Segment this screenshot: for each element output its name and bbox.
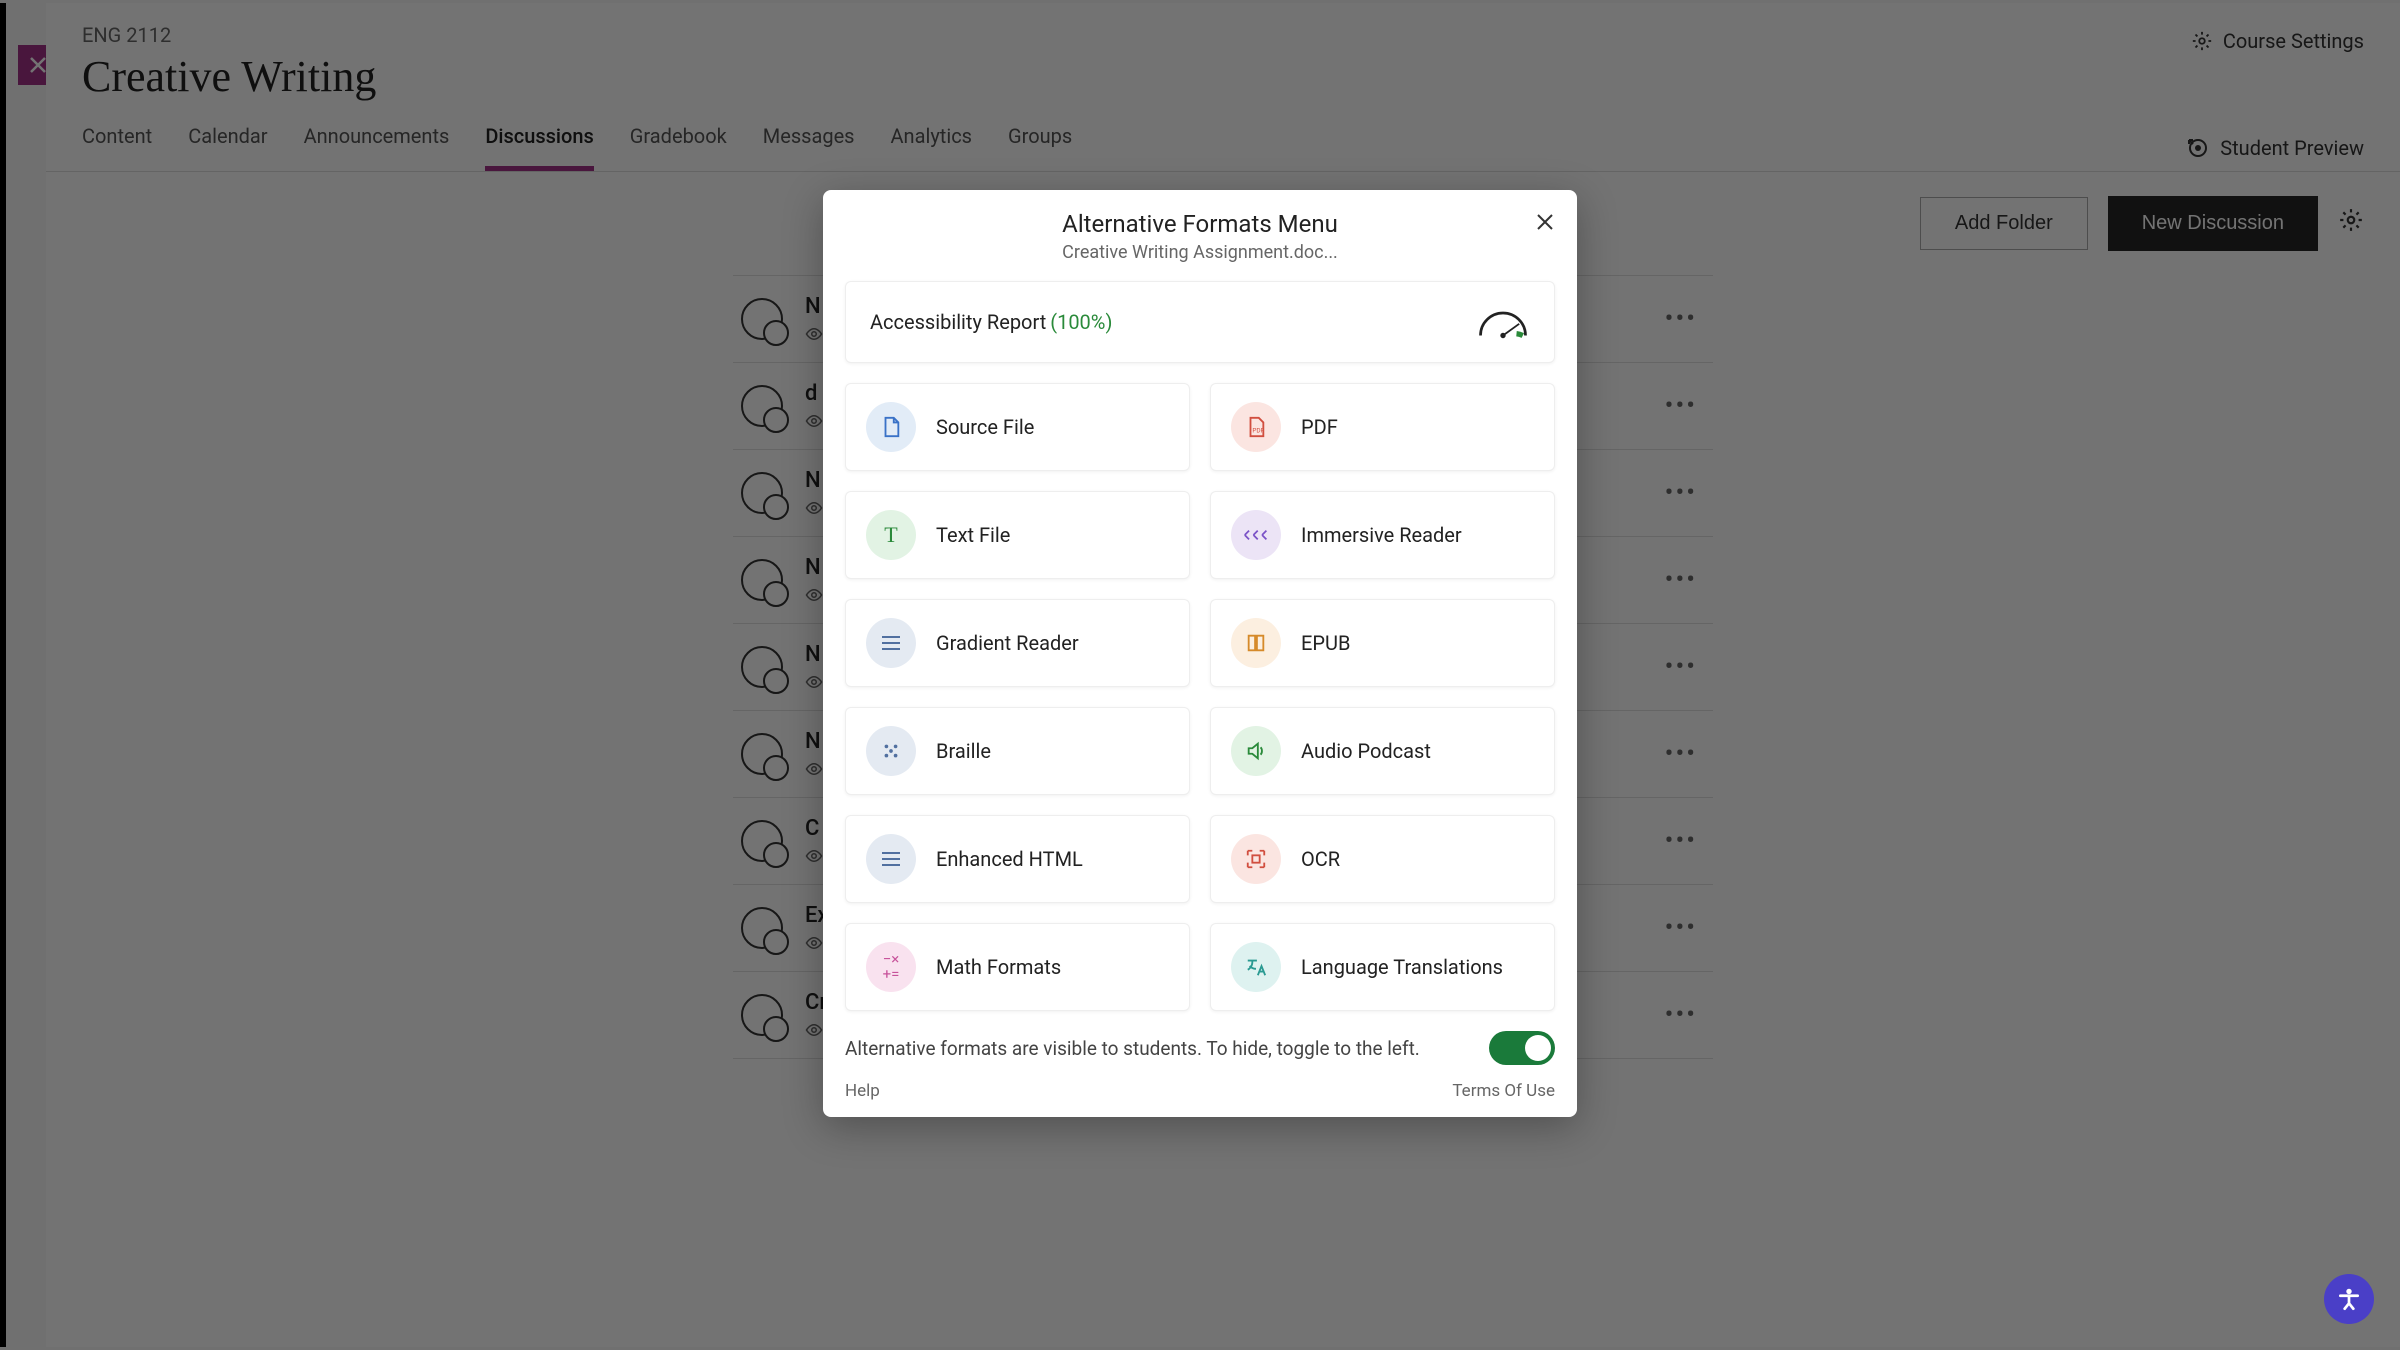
modal-overlay[interactable]: Alternative Formats Menu Creative Writin… [0, 0, 2400, 1350]
dots-icon [866, 726, 916, 776]
format-label: Math Formats [936, 955, 1061, 979]
format-pdf[interactable]: PDF PDF [1210, 383, 1555, 471]
format-label: EPUB [1301, 631, 1350, 655]
file-icon [866, 402, 916, 452]
format-language-translations[interactable]: Language Translations [1210, 923, 1555, 1011]
toggle-text: Alternative formats are visible to stude… [845, 1037, 1420, 1060]
book-icon [1231, 618, 1281, 668]
formats-grid: Source File PDF PDF T Text File Immersiv… [845, 383, 1555, 1011]
format-math-formats[interactable]: −×+= Math Formats [845, 923, 1190, 1011]
format-label: Text File [936, 523, 1010, 547]
format-immersive-reader[interactable]: Immersive Reader [1210, 491, 1555, 579]
format-epub[interactable]: EPUB [1210, 599, 1555, 687]
accessibility-icon [2336, 1286, 2362, 1312]
arrows-icon [1231, 510, 1281, 560]
accessibility-report-card[interactable]: Accessibility Report (100%) [845, 281, 1555, 363]
terms-link[interactable]: Terms Of Use [1452, 1081, 1555, 1101]
modal-title: Alternative Formats Menu [845, 210, 1555, 238]
format-braille[interactable]: Braille [845, 707, 1190, 795]
speaker-icon [1231, 726, 1281, 776]
lines-icon [866, 834, 916, 884]
format-enhanced-html[interactable]: Enhanced HTML [845, 815, 1190, 903]
modal-close-button[interactable] [1535, 210, 1555, 238]
accessibility-fab[interactable] [2324, 1274, 2374, 1324]
format-text-file[interactable]: T Text File [845, 491, 1190, 579]
format-label: Immersive Reader [1301, 523, 1462, 547]
pdf-icon: PDF [1231, 402, 1281, 452]
format-ocr[interactable]: OCR [1210, 815, 1555, 903]
visibility-toggle-row: Alternative formats are visible to stude… [845, 1031, 1555, 1065]
help-link[interactable]: Help [845, 1081, 880, 1101]
gauge-icon [1476, 304, 1530, 340]
modal-subtitle: Creative Writing Assignment.doc... [845, 242, 1555, 263]
format-label: Language Translations [1301, 955, 1503, 979]
visibility-toggle[interactable] [1489, 1031, 1555, 1065]
report-label: Accessibility Report [870, 310, 1046, 334]
format-label: Source File [936, 415, 1034, 439]
format-label: PDF [1301, 415, 1338, 439]
alternative-formats-modal: Alternative Formats Menu Creative Writin… [823, 190, 1577, 1117]
T-icon: T [866, 510, 916, 560]
format-audio-podcast[interactable]: Audio Podcast [1210, 707, 1555, 795]
scan-icon [1231, 834, 1281, 884]
format-source-file[interactable]: Source File [845, 383, 1190, 471]
math-icon: −×+= [866, 942, 916, 992]
report-percent: (100%) [1050, 310, 1112, 334]
lines-icon [866, 618, 916, 668]
format-label: Braille [936, 739, 991, 763]
format-gradient-reader[interactable]: Gradient Reader [845, 599, 1190, 687]
format-label: Audio Podcast [1301, 739, 1431, 763]
close-icon [1535, 212, 1555, 232]
format-label: Enhanced HTML [936, 847, 1083, 871]
modal-footer: Help Terms Of Use [845, 1081, 1555, 1101]
format-label: Gradient Reader [936, 631, 1079, 655]
svg-text:PDF: PDF [1252, 427, 1264, 435]
format-label: OCR [1301, 847, 1340, 871]
translate-icon [1231, 942, 1281, 992]
